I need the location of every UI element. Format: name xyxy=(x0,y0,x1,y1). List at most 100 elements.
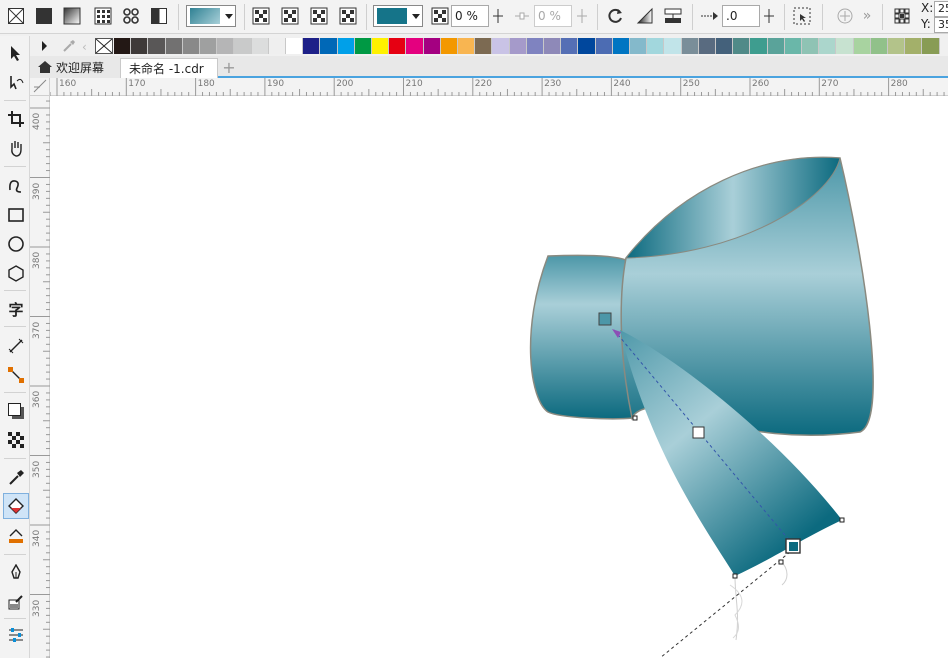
palette-swatch[interactable] xyxy=(664,38,682,54)
palette-swatch[interactable] xyxy=(681,38,699,54)
rectangular-fountain-icon[interactable] xyxy=(337,5,359,27)
palette-swatch[interactable] xyxy=(423,38,441,54)
add-tab-button[interactable]: + xyxy=(220,58,238,78)
reverse-fill-icon[interactable] xyxy=(604,5,626,27)
palette-swatch[interactable] xyxy=(767,38,785,54)
node-handle[interactable] xyxy=(732,573,738,579)
palette-swatch[interactable] xyxy=(372,38,390,54)
horizontal-ruler[interactable]: 160 170 180 190 200 210 220 230 240 250 260 270 280 xyxy=(50,78,948,96)
no-fill-icon[interactable] xyxy=(5,5,27,27)
palette-swatch[interactable] xyxy=(922,38,940,54)
eyedropper-tool-icon[interactable] xyxy=(3,464,29,490)
palette-swatch[interactable] xyxy=(389,38,407,54)
fill-options-icon[interactable] xyxy=(662,5,684,27)
slider-icon[interactable] xyxy=(489,5,507,27)
smart-fill-tool-icon[interactable] xyxy=(3,523,29,549)
node-handle[interactable] xyxy=(839,517,845,523)
node-transparency-input[interactable]: 0 % xyxy=(451,5,489,27)
palette-swatch[interactable] xyxy=(320,38,338,54)
palette-swatch[interactable] xyxy=(716,38,734,54)
freehand-tool-icon[interactable] xyxy=(3,172,29,198)
palette-swatch[interactable] xyxy=(647,38,665,54)
palette-swatch[interactable] xyxy=(819,38,837,54)
fill-picker-dropdown[interactable] xyxy=(186,5,236,27)
node-color-dropdown[interactable] xyxy=(373,5,423,27)
uniform-fill-icon[interactable] xyxy=(33,5,55,27)
palette-scroll-right-icon[interactable] xyxy=(42,41,47,51)
palette-swatch[interactable] xyxy=(526,38,544,54)
align-tool-icon[interactable] xyxy=(3,622,29,648)
palette-swatch[interactable] xyxy=(888,38,906,54)
palette-swatch[interactable] xyxy=(251,38,269,54)
vertical-ruler[interactable]: 400 390 380 370 360 350 340 330 xyxy=(30,96,50,658)
palette-swatch[interactable] xyxy=(200,38,218,54)
outline-pen-tool-icon[interactable] xyxy=(3,560,29,586)
palette-swatch[interactable] xyxy=(337,38,355,54)
palette-swatch[interactable] xyxy=(561,38,579,54)
palette-swatch[interactable] xyxy=(836,38,854,54)
palette-swatch[interactable] xyxy=(750,38,768,54)
palette-swatch[interactable] xyxy=(802,38,820,54)
postscript-fill-icon[interactable] xyxy=(148,5,170,27)
palette-swatch[interactable] xyxy=(853,38,871,54)
color-eyedropper-tool-icon[interactable] xyxy=(3,589,29,615)
dimension-tool-icon[interactable] xyxy=(3,333,29,359)
palette-swatch[interactable] xyxy=(131,38,149,54)
palette-swatch[interactable] xyxy=(458,38,476,54)
x-coordinate-input[interactable]: 25 xyxy=(934,1,948,17)
crop-tool-icon[interactable] xyxy=(3,106,29,132)
node-handle[interactable] xyxy=(632,415,638,421)
palette-swatch[interactable] xyxy=(698,38,716,54)
polygon-tool-icon[interactable] xyxy=(3,260,29,286)
position-grid-icon[interactable] xyxy=(891,5,913,27)
connector-tool-icon[interactable] xyxy=(3,362,29,388)
pan-tool-icon[interactable] xyxy=(3,135,29,161)
tab-welcome-screen[interactable]: 欢迎屏幕 xyxy=(30,58,120,78)
palette-swatch[interactable] xyxy=(286,38,304,54)
ellipse-tool-icon[interactable] xyxy=(3,231,29,257)
drop-shadow-tool-icon[interactable] xyxy=(3,398,29,424)
linear-fountain-icon[interactable] xyxy=(250,5,272,27)
more-chevron-icon[interactable]: » xyxy=(859,5,875,27)
texture-fill-icon[interactable] xyxy=(120,5,142,27)
y-coordinate-input[interactable]: 35 xyxy=(934,17,948,33)
palette-swatch[interactable] xyxy=(217,38,235,54)
fill-start-handle[interactable] xyxy=(598,312,612,326)
palette-swatch[interactable] xyxy=(784,38,802,54)
free-scale-icon[interactable] xyxy=(791,5,813,27)
palette-swatch[interactable] xyxy=(354,38,372,54)
text-tool-icon[interactable]: 字 xyxy=(3,296,29,322)
palette-swatch[interactable] xyxy=(630,38,648,54)
elliptical-fountain-icon[interactable] xyxy=(279,5,301,27)
palette-swatch[interactable] xyxy=(870,38,888,54)
vector-pattern-fill-icon[interactable] xyxy=(92,5,114,27)
palette-eyedropper-icon[interactable] xyxy=(62,39,76,53)
palette-swatch[interactable] xyxy=(733,38,751,54)
palette-swatch[interactable] xyxy=(182,38,200,54)
palette-swatch[interactable] xyxy=(303,38,321,54)
rectangle-tool-icon[interactable] xyxy=(3,202,29,228)
blend-direction-icon[interactable] xyxy=(634,5,656,27)
conical-fountain-icon[interactable] xyxy=(308,5,330,27)
tab-document[interactable]: 未命名 -1.cdr xyxy=(120,58,218,78)
palette-scroll-left-icon[interactable]: ‹ xyxy=(82,40,87,54)
pick-tool-icon[interactable] xyxy=(3,40,29,66)
palette-swatch[interactable] xyxy=(492,38,510,54)
slider-icon[interactable] xyxy=(760,5,778,27)
palette-swatch[interactable] xyxy=(544,38,562,54)
palette-swatch[interactable] xyxy=(595,38,613,54)
palette-swatch[interactable] xyxy=(234,38,252,54)
fill-midpoint-handle[interactable] xyxy=(692,426,705,439)
palette-swatch[interactable] xyxy=(148,38,166,54)
palette-swatch[interactable] xyxy=(612,38,630,54)
palette-swatch[interactable] xyxy=(165,38,183,54)
palette-swatch[interactable] xyxy=(578,38,596,54)
palette-swatch[interactable] xyxy=(440,38,458,54)
palette-swatch[interactable] xyxy=(114,38,132,54)
palette-swatch[interactable] xyxy=(406,38,424,54)
no-color-swatch[interactable] xyxy=(95,38,113,54)
palette-swatch[interactable] xyxy=(905,38,923,54)
palette-swatch[interactable] xyxy=(268,38,286,54)
transparency-tool-icon[interactable] xyxy=(3,427,29,453)
palette-swatch[interactable] xyxy=(509,38,527,54)
